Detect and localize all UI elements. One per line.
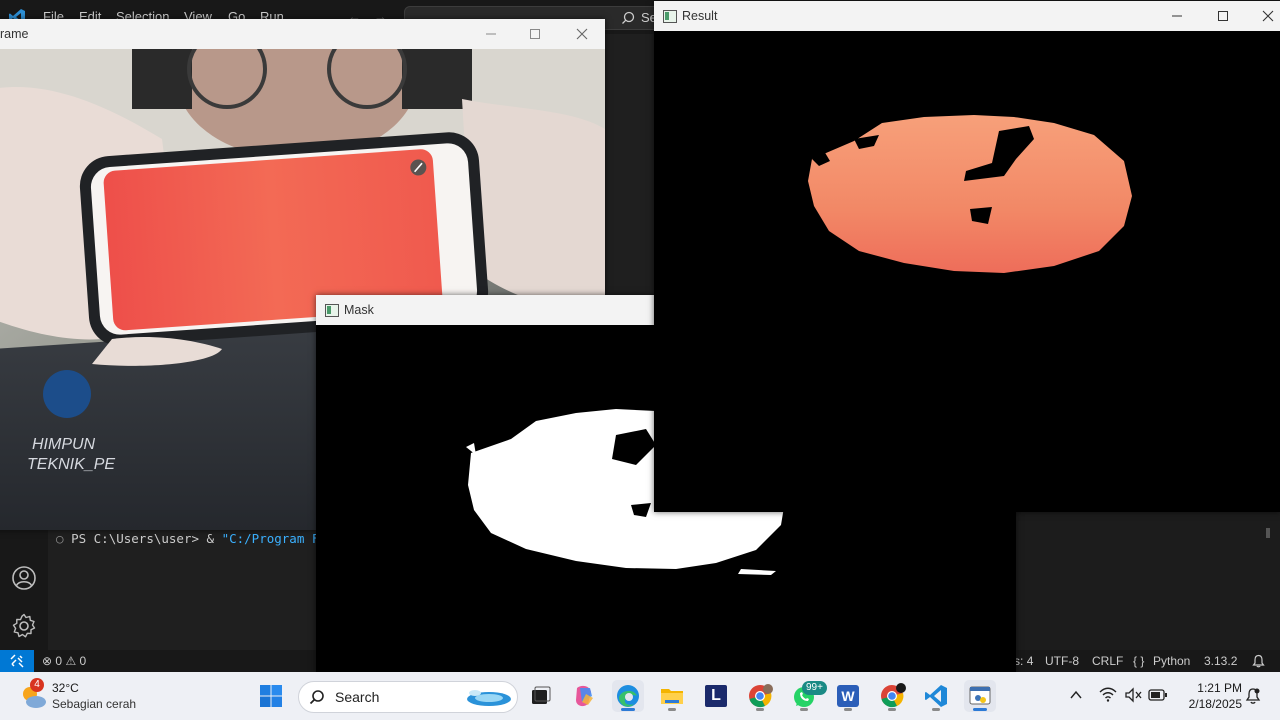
chrome-button[interactable]	[744, 680, 776, 712]
opencv-app-icon	[663, 10, 677, 23]
l-app-icon: L	[705, 685, 727, 707]
gear-icon[interactable]	[10, 612, 38, 640]
weather-temp: 32°C	[52, 681, 79, 695]
running-app-indicator	[800, 708, 808, 711]
task-view-button[interactable]	[524, 680, 556, 712]
svg-text:HIMPUN: HIMPUN	[32, 436, 96, 453]
active-app-indicator	[973, 708, 987, 711]
weather-badge: 4	[30, 678, 44, 692]
warning-icon: ⚠	[65, 654, 77, 668]
search-icon	[622, 11, 635, 24]
running-app-indicator	[932, 708, 940, 711]
whatsapp-badge: 99+	[802, 681, 827, 695]
result-window[interactable]: Result	[654, 1, 1280, 512]
notification-bell-icon[interactable]	[1245, 687, 1261, 705]
terminal-status-circle-icon: ○	[56, 531, 72, 546]
braces-icon: { }	[1133, 654, 1145, 668]
warning-count: 0	[79, 654, 87, 668]
task-view-icon	[532, 686, 551, 704]
taskbar-search-label: Search	[335, 689, 380, 705]
running-app-indicator	[668, 708, 676, 711]
problems-status[interactable]: ⊗ 0 ⚠ 0	[42, 654, 86, 668]
result-window-title: Result	[682, 9, 718, 23]
remote-indicator-button[interactable]	[0, 650, 34, 672]
result-window-titlebar[interactable]: Result	[654, 1, 1280, 31]
terminal-command: "C:/Program Fi	[221, 531, 327, 546]
l-app-button[interactable]: L	[700, 680, 732, 712]
chrome-profile-button[interactable]	[876, 680, 908, 712]
close-icon[interactable]	[570, 25, 594, 43]
windows-taskbar: 4 32°C Sebagian cerah Search L 99+ W 1:2…	[0, 672, 1280, 720]
result-image	[654, 31, 1280, 512]
active-app-indicator	[621, 708, 635, 711]
terminal-prompt: PS C:\Users\user> &	[71, 531, 222, 546]
battery-icon[interactable]	[1148, 689, 1168, 701]
volume-muted-icon[interactable]	[1124, 687, 1142, 703]
vscode-taskbar-button[interactable]	[920, 680, 952, 712]
clock-time: 1:21 PM	[1197, 681, 1242, 695]
remote-icon	[10, 654, 24, 668]
word-icon: W	[837, 685, 859, 707]
copilot-button[interactable]	[568, 680, 600, 712]
running-app-indicator	[844, 708, 852, 711]
file-explorer-button[interactable]	[656, 680, 688, 712]
wifi-icon[interactable]	[1099, 687, 1117, 703]
error-count: 0	[55, 654, 63, 668]
frame-window-title: rame	[0, 27, 29, 41]
clock-date: 2/18/2025	[1188, 697, 1242, 711]
minimize-icon[interactable]	[1165, 7, 1189, 25]
account-icon[interactable]	[10, 564, 38, 592]
maximize-icon[interactable]	[1211, 7, 1235, 25]
terminal-command-line[interactable]: ○ PS C:\Users\user> & "C:/Program Fi	[56, 531, 327, 546]
windows-start-icon[interactable]	[259, 684, 283, 708]
eol-status[interactable]: CRLF	[1092, 654, 1123, 668]
whatsapp-button[interactable]: 99+	[788, 680, 827, 712]
bell-icon[interactable]	[1252, 654, 1265, 668]
running-app-indicator	[756, 708, 764, 711]
frame-window-titlebar[interactable]: rame	[0, 19, 605, 49]
taskbar-search-box[interactable]: Search	[298, 681, 518, 713]
language-mode[interactable]: Python	[1153, 654, 1190, 668]
weather-condition: Sebagian cerah	[52, 697, 137, 711]
search-icon	[309, 690, 324, 705]
mask-window-title: Mask	[344, 303, 374, 317]
python-version[interactable]: 3.13.2	[1204, 654, 1237, 668]
running-app-indicator	[888, 708, 896, 711]
word-button[interactable]: W	[832, 680, 864, 712]
search-highlight-icon	[467, 690, 511, 706]
python-app-button[interactable]	[964, 680, 996, 712]
activity-bar	[0, 530, 48, 650]
svg-text:TEKNIK_PE: TEKNIK_PE	[27, 456, 115, 473]
close-icon[interactable]	[1256, 7, 1280, 25]
error-icon: ⊗	[42, 654, 53, 668]
edge-button[interactable]	[612, 680, 644, 712]
result-blob	[808, 115, 1132, 273]
copilot-icon	[576, 685, 593, 707]
encoding-status[interactable]: UTF-8	[1045, 654, 1079, 668]
scrollbar-thumb[interactable]	[1266, 528, 1270, 538]
weather-widget[interactable]: 4 32°C Sebagian cerah	[18, 678, 168, 714]
opencv-app-icon	[325, 304, 339, 317]
chevron-up-icon[interactable]	[1070, 690, 1082, 700]
maximize-icon[interactable]	[523, 25, 547, 43]
taskbar-clock[interactable]: 1:21 PM 2/18/2025	[1170, 680, 1242, 712]
minimize-icon[interactable]	[479, 25, 503, 43]
